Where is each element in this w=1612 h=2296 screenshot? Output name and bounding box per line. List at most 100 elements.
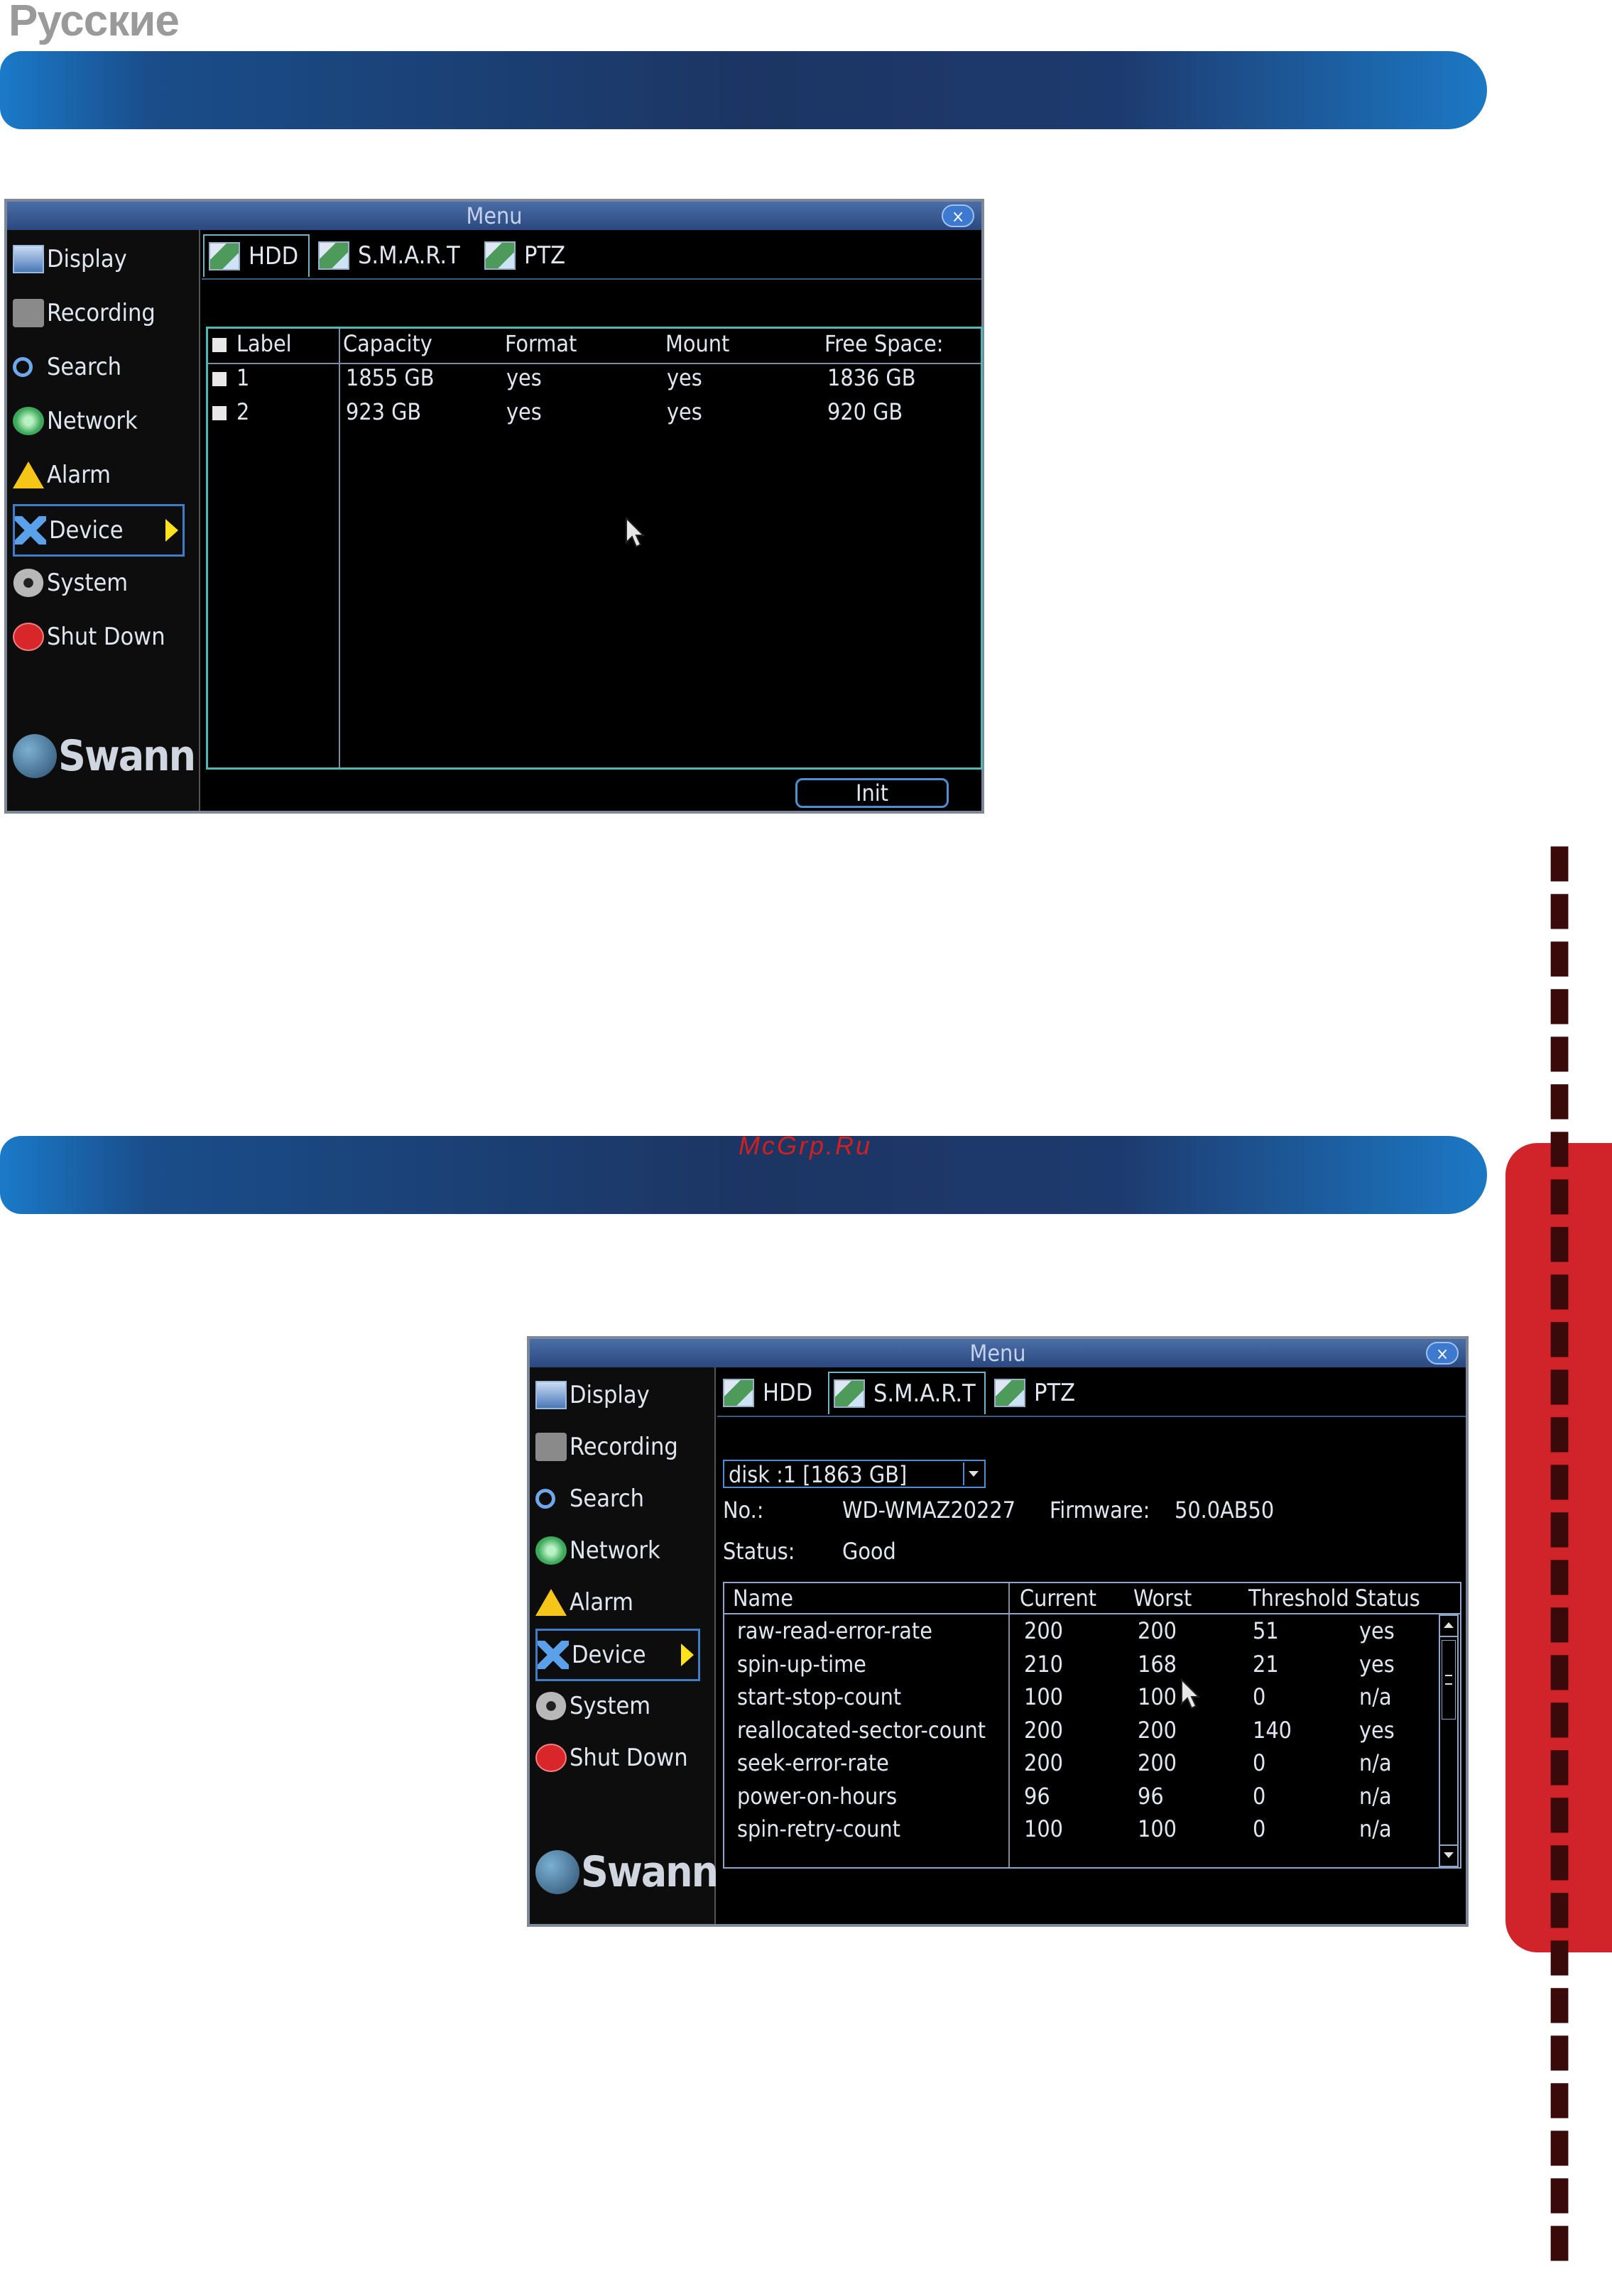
sidebar: Display Recording Search Network Alarm D… [530,1367,719,1924]
column-header: Capacity [343,330,432,357]
smart-tab-icon [318,241,349,270]
table-cell: 0 [1253,1683,1266,1710]
tab-smart[interactable]: S.M.A.R.T [314,234,476,277]
window-title: Menu [7,202,981,230]
language-label: Русские [9,0,180,45]
device-icon [15,516,46,545]
sidebar-item-recording[interactable]: Recording [13,290,156,337]
table-cell: 200 [1138,1716,1177,1744]
init-button[interactable]: Init [795,778,949,808]
table-cell: spin-retry-count [737,1815,900,1842]
scroll-up-icon[interactable] [1440,1616,1457,1637]
table-cell: 51 [1253,1617,1279,1644]
tab-hdd[interactable]: HDD [203,234,310,277]
section-header-band-1 [0,51,1487,129]
hdd-tab-icon [723,1379,754,1407]
sidebar-item-search[interactable]: Search [13,344,121,390]
sidebar-item-alarm[interactable]: Alarm [13,452,111,498]
close-icon[interactable]: × [942,204,974,227]
table-cell: n/a [1359,1683,1392,1710]
table-row[interactable]: spin-retry-count 100 100 0 n/a [724,1815,1434,1847]
ptz-tab-icon [484,241,516,270]
network-icon [535,1536,567,1565]
active-arrow-icon [165,519,178,542]
close-icon[interactable]: × [1426,1342,1459,1365]
table-cell: start-stop-count [737,1683,902,1710]
sidebar-item-shut-down[interactable]: Shut Down [13,613,165,660]
status-label: Status: [723,1538,795,1565]
gear-icon [13,569,44,597]
table-row[interactable]: seek-error-rate 200 200 0 n/a [724,1749,1434,1781]
sidebar: Display Recording Search Network Alarm D… [7,230,200,811]
sidebar-item-alarm[interactable]: Alarm [535,1579,633,1626]
chevron-down-icon [963,1463,983,1485]
power-icon [535,1744,567,1772]
power-icon [13,623,44,651]
active-arrow-icon [681,1644,694,1666]
menu-window-smart: Menu × Display Recording Search Network … [527,1336,1469,1927]
mouse-cursor-icon [1181,1678,1200,1710]
search-icon [13,357,33,377]
table-cell: 200 [1024,1617,1063,1644]
tab-smart[interactable]: S.M.A.R.T [828,1372,986,1414]
swann-logo: Swann [13,731,196,781]
table-row[interactable]: reallocated-sector-count 200 200 140 yes [724,1717,1434,1748]
serial-value: WD-WMAZ20227 [842,1497,1016,1524]
smart-table: Name Current Worst Threshold Status raw-read… [723,1582,1461,1869]
table-cell: yes [1359,1617,1395,1644]
tab-ptz[interactable]: PTZ [990,1372,1089,1414]
table-cell: yes [1359,1716,1395,1744]
scrollbar[interactable] [1439,1614,1459,1867]
table-row[interactable]: raw-read-error-rate 200 200 51 yes [724,1617,1434,1649]
device-icon [538,1641,569,1669]
table-cell: 200 [1024,1749,1063,1776]
window-title: Menu [530,1339,1466,1367]
sidebar-item-network[interactable]: Network [535,1527,660,1574]
table-row[interactable]: power-on-hours 96 96 0 n/a [724,1783,1434,1814]
ptz-tab-icon [994,1379,1025,1407]
mouse-cursor-icon [626,517,645,548]
tab-hdd[interactable]: HDD [719,1372,825,1414]
sidebar-item-device[interactable]: Device [13,504,185,557]
table-cell: 100 [1138,1815,1177,1842]
table-cell: 21 [1253,1650,1279,1678]
column-header: Status [1355,1585,1420,1612]
logo-ball-icon [13,734,57,778]
swann-logo: Swann [535,1847,719,1897]
sidebar-item-system[interactable]: System [535,1683,650,1729]
display-icon [535,1381,567,1409]
sidebar-item-search[interactable]: Search [535,1475,644,1522]
display-icon [13,245,44,273]
sidebar-item-display[interactable]: Display [535,1372,650,1418]
table-cell: 140 [1253,1716,1292,1744]
menu-window-hdd: Menu × Display Recording Search Network … [4,199,984,814]
table-cell: 0 [1253,1815,1266,1842]
select-all-checkbox[interactable] [212,338,227,352]
table-row[interactable]: 1 [212,364,249,391]
table-cell: 0 [1253,1782,1266,1810]
table-row[interactable]: spin-up-time 210 168 21 yes [724,1651,1434,1682]
scroll-down-icon[interactable] [1440,1844,1457,1866]
column-header: Format [505,330,577,357]
recording-icon [535,1433,567,1461]
row-checkbox[interactable] [212,372,227,386]
sidebar-item-system[interactable]: System [13,559,128,606]
watermark: McGrp.Ru [739,1131,873,1160]
table-cell: 200 [1138,1617,1177,1644]
side-language-tab: ▮▮▮▮▮▮▮▮▮▮▮▮▮▮▮▮▮▮▮▮▮▮▮▮▮▮▮▮▮▮ [1505,834,1612,2261]
sidebar-item-display[interactable]: Display [13,236,127,283]
tab-ptz[interactable]: PTZ [480,234,579,277]
sidebar-item-shut-down[interactable]: Shut Down [535,1734,688,1781]
row-checkbox[interactable] [212,406,227,420]
sidebar-item-recording[interactable]: Recording [535,1423,678,1470]
logo-ball-icon [535,1850,579,1894]
sidebar-item-device[interactable]: Device [535,1629,700,1681]
table-row[interactable]: 2 [212,398,249,425]
column-header: Threshold [1248,1585,1349,1612]
sidebar-item-network[interactable]: Network [13,398,138,444]
smart-tab-icon [834,1379,865,1408]
table-row[interactable]: start-stop-count 100 100 0 n/a [724,1683,1434,1715]
serial-label: No.: [723,1497,764,1524]
disk-select[interactable]: disk :1 [1863 GB] [723,1460,986,1488]
scroll-thumb[interactable] [1442,1640,1456,1720]
